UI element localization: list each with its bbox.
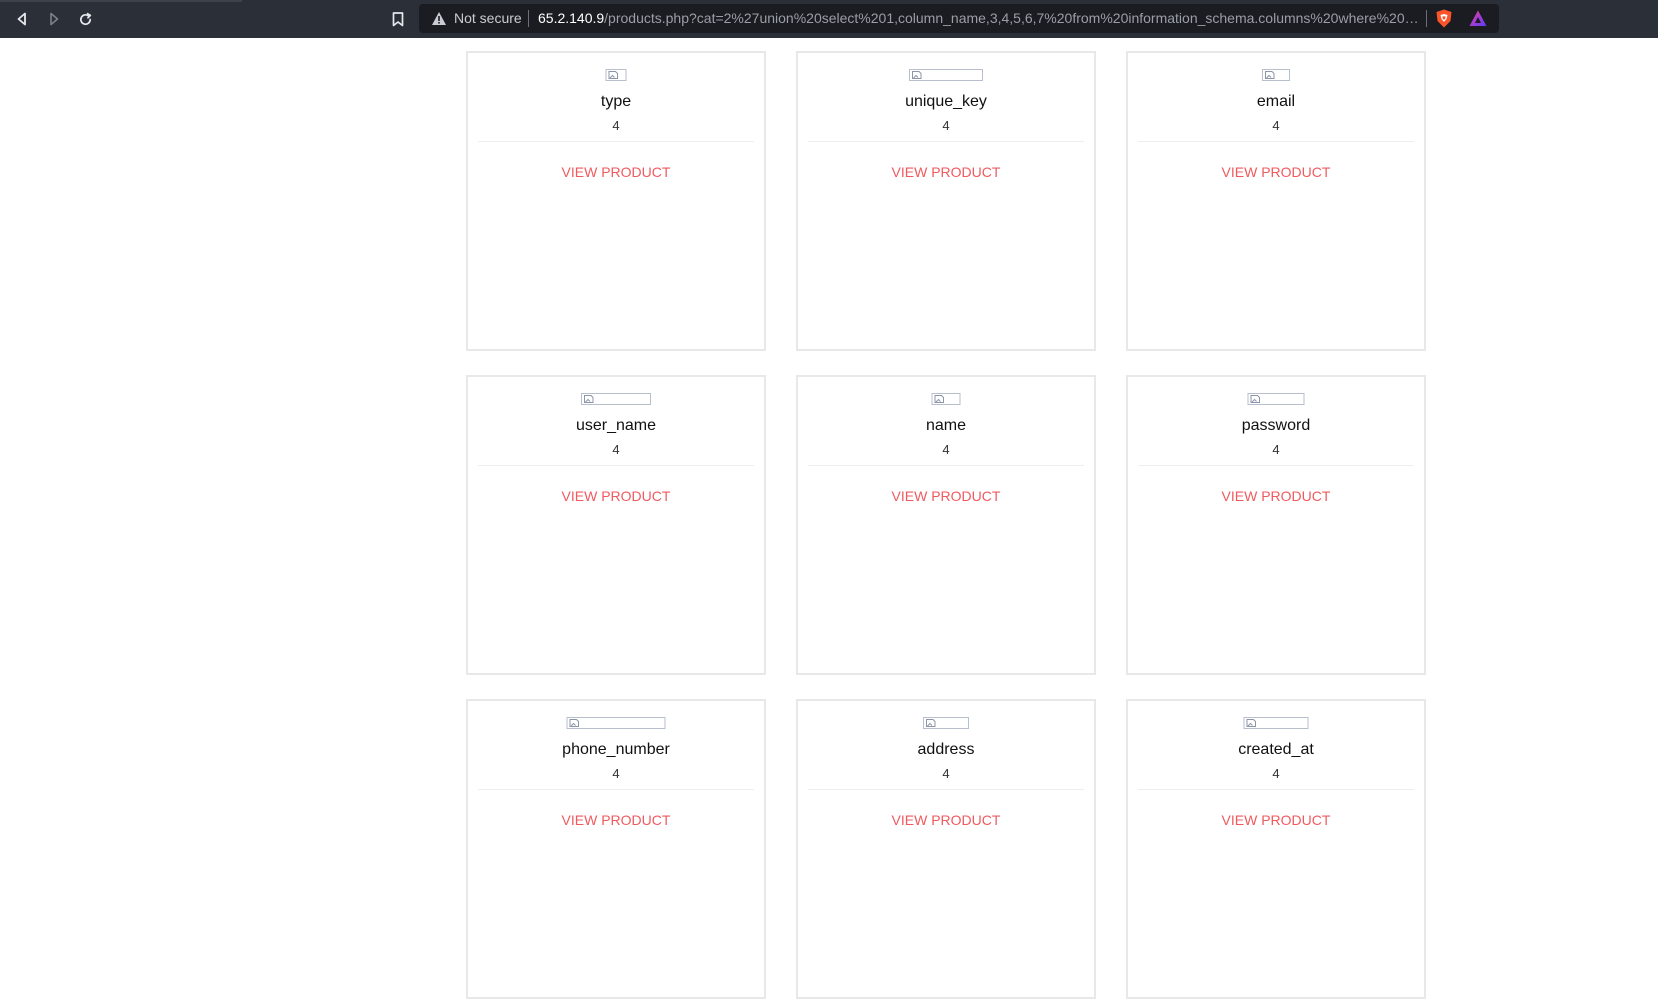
card-divider (808, 465, 1084, 466)
url-path: /products.php?cat=2%27union%20select%201… (604, 10, 1420, 26)
product-card: created_at 4 VIEW PRODUCT (1126, 699, 1426, 999)
tab-strip-edge (0, 0, 242, 2)
omnibox-divider-right (1426, 10, 1427, 27)
view-product-link[interactable]: VIEW PRODUCT (798, 164, 1094, 181)
product-title[interactable]: email (1128, 92, 1424, 112)
card-divider (478, 789, 754, 790)
reload-button[interactable] (74, 8, 96, 30)
product-card: type 4 VIEW PRODUCT (466, 51, 766, 351)
broken-image (1262, 69, 1290, 81)
bookmark-button[interactable] (387, 8, 409, 30)
forward-button[interactable] (43, 8, 65, 30)
view-product-label: VIEW PRODUCT (891, 164, 1001, 180)
broken-image (566, 717, 666, 729)
reload-icon (79, 12, 91, 25)
broken-image-icon (1265, 71, 1275, 79)
broken-image (923, 717, 969, 729)
product-grid: type 4 VIEW PRODUCT unique_key 4 VIEW PR… (466, 51, 1432, 999)
view-product-label: VIEW PRODUCT (1221, 812, 1331, 828)
view-product-label: VIEW PRODUCT (1221, 488, 1331, 504)
product-price: 4 (1272, 766, 1280, 781)
brave-shield-icon[interactable] (1435, 9, 1453, 28)
product-card: email 4 VIEW PRODUCT (1126, 51, 1426, 351)
product-price: 4 (942, 766, 950, 781)
forward-arrow-icon (50, 12, 59, 26)
broken-image (1243, 717, 1309, 729)
view-product-label: VIEW PRODUCT (561, 488, 671, 504)
security-status-label[interactable]: Not secure (454, 10, 522, 27)
product-title[interactable]: unique_key (798, 92, 1094, 112)
product-card: phone_number 4 VIEW PRODUCT (466, 699, 766, 999)
browser-toolbar: Not secure 65.2.140.9/products.php?cat=2… (0, 0, 1658, 38)
broken-image (1247, 393, 1305, 405)
view-product-link[interactable]: VIEW PRODUCT (468, 812, 764, 829)
card-divider (1138, 141, 1414, 142)
view-product-link[interactable]: VIEW PRODUCT (1128, 164, 1424, 181)
view-product-link[interactable]: VIEW PRODUCT (468, 488, 764, 505)
card-divider (1138, 789, 1414, 790)
view-product-link[interactable]: VIEW PRODUCT (1128, 812, 1424, 829)
card-divider (478, 141, 754, 142)
product-card: address 4 VIEW PRODUCT (796, 699, 1096, 999)
view-product-label: VIEW PRODUCT (561, 812, 671, 828)
product-price: 4 (612, 766, 620, 781)
product-title[interactable]: created_at (1128, 740, 1424, 760)
product-title[interactable]: password (1128, 416, 1424, 436)
broken-image-icon (608, 71, 618, 79)
broken-image-icon (1250, 395, 1260, 403)
product-card: unique_key 4 VIEW PRODUCT (796, 51, 1096, 351)
view-product-label: VIEW PRODUCT (891, 812, 1001, 828)
view-product-label: VIEW PRODUCT (561, 164, 671, 180)
broken-image-icon (926, 719, 936, 727)
product-title[interactable]: address (798, 740, 1094, 760)
product-price: 4 (612, 442, 620, 457)
product-price: 4 (942, 118, 950, 133)
product-price: 4 (1272, 118, 1280, 133)
product-title[interactable]: phone_number (468, 740, 764, 760)
view-product-link[interactable]: VIEW PRODUCT (798, 488, 1094, 505)
product-title[interactable]: user_name (468, 416, 764, 436)
url-host: 65.2.140.9 (538, 10, 605, 26)
broken-image (581, 393, 651, 405)
view-product-link[interactable]: VIEW PRODUCT (1128, 488, 1424, 505)
view-product-link[interactable]: VIEW PRODUCT (798, 812, 1094, 829)
product-card: name 4 VIEW PRODUCT (796, 375, 1096, 675)
card-divider (808, 141, 1084, 142)
broken-image (605, 69, 627, 81)
url-text[interactable]: 65.2.140.9/products.php?cat=2%27union%20… (538, 10, 1420, 27)
warning-triangle-icon[interactable] (431, 11, 447, 26)
product-price: 4 (1272, 442, 1280, 457)
product-title[interactable]: name (798, 416, 1094, 436)
product-card: user_name 4 VIEW PRODUCT (466, 375, 766, 675)
view-product-label: VIEW PRODUCT (891, 488, 1001, 504)
broken-image-icon (912, 71, 922, 79)
broken-image (909, 69, 983, 81)
card-divider (478, 465, 754, 466)
view-product-label: VIEW PRODUCT (1221, 164, 1331, 180)
address-bar[interactable]: Not secure 65.2.140.9/products.php?cat=2… (419, 4, 1499, 33)
back-button[interactable] (11, 8, 33, 30)
broken-image-icon (934, 395, 944, 403)
view-product-link[interactable]: VIEW PRODUCT (468, 164, 764, 181)
broken-image-icon (569, 719, 579, 727)
product-price: 4 (612, 118, 620, 133)
broken-image-icon (1246, 719, 1256, 727)
broken-image-icon (584, 395, 594, 403)
product-price: 4 (942, 442, 950, 457)
product-card: password 4 VIEW PRODUCT (1126, 375, 1426, 675)
broken-image (931, 393, 961, 405)
brave-rewards-icon[interactable] (1469, 10, 1487, 27)
product-title[interactable]: type (468, 92, 764, 112)
omnibox-divider (528, 10, 529, 27)
card-divider (808, 789, 1084, 790)
back-arrow-icon (17, 12, 26, 26)
card-divider (1138, 465, 1414, 466)
bookmark-icon (392, 11, 404, 26)
